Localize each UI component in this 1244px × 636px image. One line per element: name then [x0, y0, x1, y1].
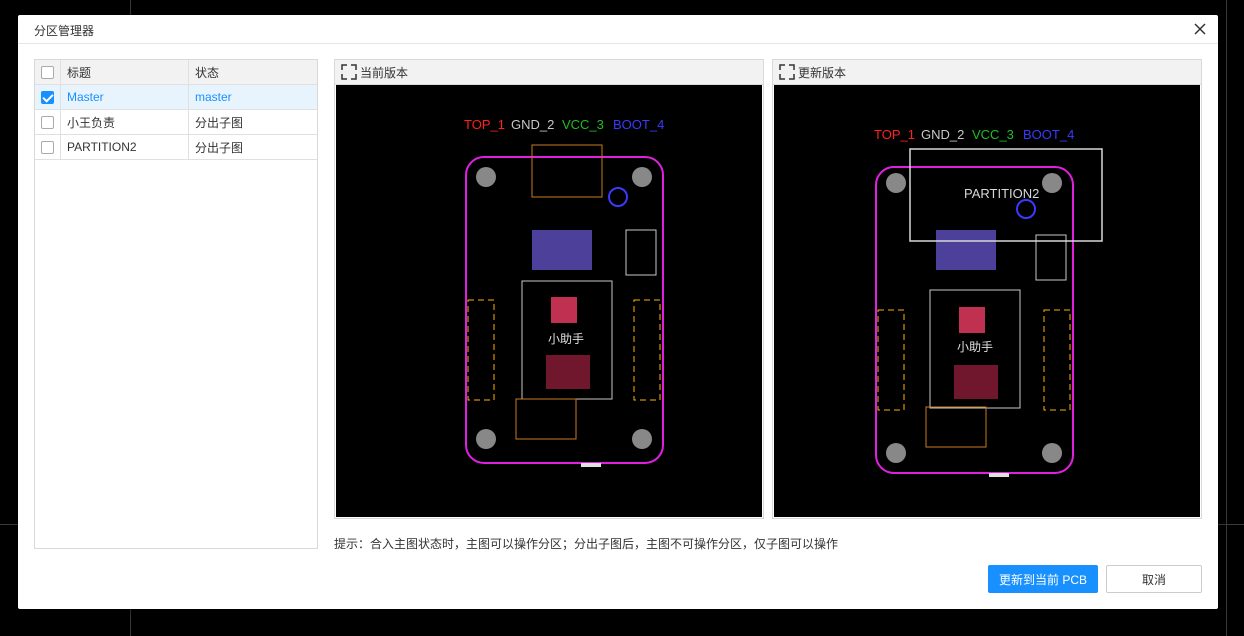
row-title: Master	[61, 85, 189, 109]
row-checkbox[interactable]	[41, 115, 54, 129]
layer-label-top: TOP_1	[464, 117, 505, 132]
updated-version-label: 更新版本	[798, 65, 847, 80]
current-version-header: 当前版本	[335, 60, 763, 85]
close-icon[interactable]	[1190, 19, 1210, 39]
table-header: 标题 状态	[35, 60, 317, 85]
layer-label-gnd: GND_2	[511, 117, 554, 132]
dialog-title: 分区管理器	[34, 24, 95, 38]
column-header-status: 状态	[195, 65, 220, 80]
partition-region-label: PARTITION2	[964, 186, 1039, 201]
updated-version-header: 更新版本	[773, 60, 1201, 85]
table-row[interactable]: 小王负责 分出子图	[35, 110, 317, 135]
hint-text: 提示：合入主图状态时，主图可以操作分区；分出子图后，主图不可操作分区，仅子图可以…	[334, 537, 839, 551]
row-title: 小王负责	[61, 110, 189, 134]
pcb-board	[875, 166, 1074, 477]
dialog-header: 分区管理器	[18, 15, 1218, 44]
table-row[interactable]: Master master	[35, 85, 317, 110]
fullscreen-icon[interactable]	[340, 63, 358, 81]
row-checkbox[interactable]	[41, 90, 54, 104]
layer-label-gnd: GND_2	[921, 127, 964, 142]
row-status: master	[195, 90, 232, 104]
row-status: 分出子图	[195, 140, 244, 155]
updated-pcb-preview[interactable]: TOP_1 GND_2 VCC_3 BOOT_4 PARTITION2 小助手	[774, 85, 1200, 517]
partition-manager-dialog: 分区管理器 标题 状态 Master master 小王负责 分出子图 PART…	[18, 15, 1218, 609]
fullscreen-icon[interactable]	[778, 63, 796, 81]
layer-label-boot: BOOT_4	[613, 117, 664, 132]
current-pcb-preview[interactable]: TOP_1 GND_2 VCC_3 BOOT_4 小助手	[336, 85, 762, 517]
pcb-board	[465, 144, 664, 467]
cancel-button[interactable]: 取消	[1106, 565, 1202, 593]
column-header-title: 标题	[61, 60, 189, 84]
row-status: 分出子图	[195, 115, 244, 130]
current-version-pane: 当前版本 TOP_1 GND_2 VCC_3 BOOT_4 小助手	[334, 59, 764, 519]
row-checkbox[interactable]	[41, 140, 54, 154]
pcb-render-current: TOP_1 GND_2 VCC_3 BOOT_4 小助手	[464, 117, 664, 467]
board-silkscreen-label: 小助手	[957, 340, 993, 354]
select-all-checkbox[interactable]	[41, 65, 54, 79]
row-title: PARTITION2	[61, 135, 189, 159]
updated-version-pane: 更新版本 TOP_1 GND_2 VCC_3 BOOT_4 PARTITION2…	[772, 59, 1202, 519]
layer-label-top: TOP_1	[874, 127, 915, 142]
current-version-label: 当前版本	[360, 65, 409, 80]
update-to-pcb-button[interactable]: 更新到当前 PCB	[988, 565, 1098, 593]
board-silkscreen-label: 小助手	[548, 332, 584, 346]
layer-label-vcc: VCC_3	[562, 117, 604, 132]
layer-label-boot: BOOT_4	[1023, 127, 1074, 142]
pcb-render-updated: TOP_1 GND_2 VCC_3 BOOT_4 PARTITION2 小助手	[874, 127, 1103, 477]
partition-table: 标题 状态 Master master 小王负责 分出子图 PARTITION2…	[34, 59, 318, 549]
table-row[interactable]: PARTITION2 分出子图	[35, 135, 317, 160]
layer-label-vcc: VCC_3	[972, 127, 1014, 142]
